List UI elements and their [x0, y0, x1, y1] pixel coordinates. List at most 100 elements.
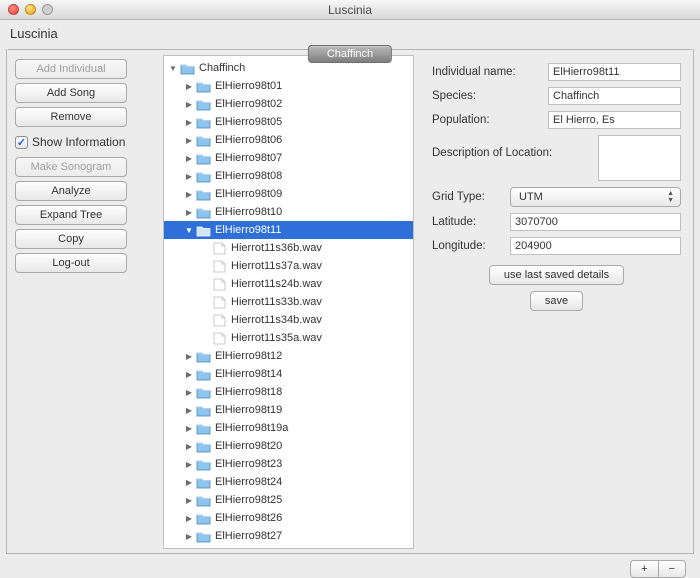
add-individual-button[interactable]: Add Individual: [15, 59, 127, 79]
tree-row-label: Hierrot11s24b.wav: [231, 278, 322, 290]
description-field[interactable]: [598, 135, 681, 181]
folder-icon: [196, 422, 211, 435]
folder-icon: [196, 440, 211, 453]
file-icon: [212, 278, 227, 291]
disclosure-right-icon[interactable]: ▶: [184, 532, 194, 541]
disclosure-down-icon[interactable]: ▼: [168, 64, 178, 73]
description-label: Description of Location:: [432, 135, 592, 159]
disclosure-right-icon[interactable]: ▶: [184, 370, 194, 379]
tree-row[interactable]: Hierrot11s35a.wav: [164, 329, 413, 347]
tree-row-label: ElHierro98t26: [215, 512, 282, 524]
tree-row[interactable]: ▶ ElHierro98t06: [164, 131, 413, 149]
disclosure-right-icon[interactable]: ▶: [184, 478, 194, 487]
tree-row-label: ElHierro98t20: [215, 440, 282, 452]
disclosure-right-icon[interactable]: ▶: [184, 190, 194, 199]
show-information-label: Show Information: [32, 135, 125, 149]
tree-row[interactable]: ▶ ElHierro98t19a: [164, 419, 413, 437]
disclosure-right-icon[interactable]: ▶: [184, 514, 194, 523]
tree-row[interactable]: Hierrot11s36b.wav: [164, 239, 413, 257]
checkbox-icon: ✓: [15, 136, 28, 149]
tree-row-label: ElHierro98t14: [215, 368, 282, 380]
disclosure-right-icon[interactable]: ▶: [184, 172, 194, 181]
disclosure-right-icon[interactable]: ▶: [184, 460, 194, 469]
add-button[interactable]: +: [630, 560, 658, 578]
remove-button[interactable]: Remove: [15, 107, 127, 127]
remove-footer-button[interactable]: −: [658, 560, 686, 578]
tree-row-label: ElHierro98t08: [215, 170, 282, 182]
disclosure-right-icon[interactable]: ▶: [184, 118, 194, 127]
disclosure-right-icon[interactable]: ▶: [184, 406, 194, 415]
copy-button[interactable]: Copy: [15, 229, 127, 249]
sidebar: Add Individual Add Song Remove ✓ Show In…: [15, 55, 155, 549]
tab-chaffinch[interactable]: Chaffinch: [308, 45, 392, 63]
tree-row[interactable]: ▶ ElHierro98t07: [164, 149, 413, 167]
add-song-button[interactable]: Add Song: [15, 83, 127, 103]
tree-row[interactable]: ▶ElHierro98t27: [164, 527, 413, 545]
disclosure-right-icon[interactable]: ▶: [184, 388, 194, 397]
longitude-label: Longitude:: [432, 240, 504, 252]
footer: + −: [6, 554, 694, 578]
latitude-field[interactable]: 3070700: [510, 213, 681, 231]
disclosure-right-icon[interactable]: ▶: [184, 154, 194, 163]
grid-type-value: UTM: [519, 191, 543, 203]
disclosure-right-icon[interactable]: ▶: [184, 82, 194, 91]
tree-row[interactable]: ▶ ElHierro98t20: [164, 437, 413, 455]
disclosure-right-icon[interactable]: ▶: [184, 496, 194, 505]
species-field[interactable]: Chaffinch: [548, 87, 681, 105]
tree-row[interactable]: ▶ ElHierro98t26: [164, 509, 413, 527]
file-icon: [212, 296, 227, 309]
tree-row-label: ElHierro98t09: [215, 188, 282, 200]
tree-row[interactable]: ▶ElHierro98t01: [164, 77, 413, 95]
analyze-button[interactable]: Analyze: [15, 181, 127, 201]
save-button[interactable]: save: [530, 291, 583, 311]
tree-row-label: ElHierro98t05: [215, 116, 282, 128]
tree-view[interactable]: ▼Chaffinch▶ElHierro98t01▶ElHierro98t02▶E…: [163, 55, 414, 549]
longitude-field[interactable]: 204900: [510, 237, 681, 255]
disclosure-right-icon[interactable]: ▶: [184, 352, 194, 361]
disclosure-right-icon[interactable]: ▶: [184, 208, 194, 217]
tree-row[interactable]: Hierrot11s24b.wav: [164, 275, 413, 293]
grid-type-select[interactable]: UTM ▲▼: [510, 187, 681, 207]
disclosure-right-icon[interactable]: ▶: [184, 442, 194, 451]
tree-row[interactable]: Hierrot11s37a.wav: [164, 257, 413, 275]
logout-button[interactable]: Log-out: [15, 253, 127, 273]
folder-icon: [196, 494, 211, 507]
disclosure-right-icon[interactable]: ▶: [184, 424, 194, 433]
tree-row[interactable]: ▶ ElHierro98t05: [164, 113, 413, 131]
tree-row[interactable]: ▶ElHierro98t10: [164, 203, 413, 221]
show-information-checkbox[interactable]: ✓ Show Information: [15, 131, 155, 153]
tree-row[interactable]: ▶ElHierro98t12: [164, 347, 413, 365]
make-sonogram-button[interactable]: Make Sonogram: [15, 157, 127, 177]
tree-row-label: ElHierro98t18: [215, 386, 282, 398]
use-last-saved-button[interactable]: use last saved details: [489, 265, 624, 285]
tree-row[interactable]: Hierrot11s34b.wav: [164, 311, 413, 329]
tree-row[interactable]: ▶ElHierro98t24: [164, 473, 413, 491]
disclosure-down-icon[interactable]: ▼: [184, 226, 194, 235]
tree-row[interactable]: ▶ ElHierro98t08: [164, 167, 413, 185]
chevron-updown-icon: ▲▼: [667, 190, 674, 204]
tree-row[interactable]: ▶ ElHierro98t18: [164, 383, 413, 401]
expand-tree-button[interactable]: Expand Tree: [15, 205, 127, 225]
tree-row[interactable]: ▼ElHierro98t11: [164, 221, 413, 239]
tree-row[interactable]: ▶ ElHierro98t02: [164, 95, 413, 113]
tree-row[interactable]: ▶ElHierro98t23: [164, 455, 413, 473]
tree-row[interactable]: ▶ElHierro98t19: [164, 401, 413, 419]
tree-row-label: ElHierro98t06: [215, 134, 282, 146]
folder-icon: [196, 386, 211, 399]
disclosure-right-icon[interactable]: ▶: [184, 136, 194, 145]
folder-icon: [196, 368, 211, 381]
tree-row-label: ElHierro98t02: [215, 98, 282, 110]
disclosure-right-icon[interactable]: ▶: [184, 100, 194, 109]
population-field[interactable]: El Hierro, Es: [548, 111, 681, 129]
tree-row[interactable]: ▶ElHierro98t25: [164, 491, 413, 509]
folder-icon: [196, 224, 211, 237]
folder-icon: [196, 458, 211, 471]
individual-name-field[interactable]: ElHierro98t11: [548, 63, 681, 81]
tree-row-label: ElHierro98t07: [215, 152, 282, 164]
tree-row[interactable]: ▶ ElHierro98t09: [164, 185, 413, 203]
tree-row[interactable]: Hierrot11s33b.wav: [164, 293, 413, 311]
folder-icon: [196, 116, 211, 129]
tree-row-label: ElHierro98t19a: [215, 422, 288, 434]
window-title: Luscinia: [0, 3, 700, 17]
tree-row[interactable]: ▶ ElHierro98t14: [164, 365, 413, 383]
